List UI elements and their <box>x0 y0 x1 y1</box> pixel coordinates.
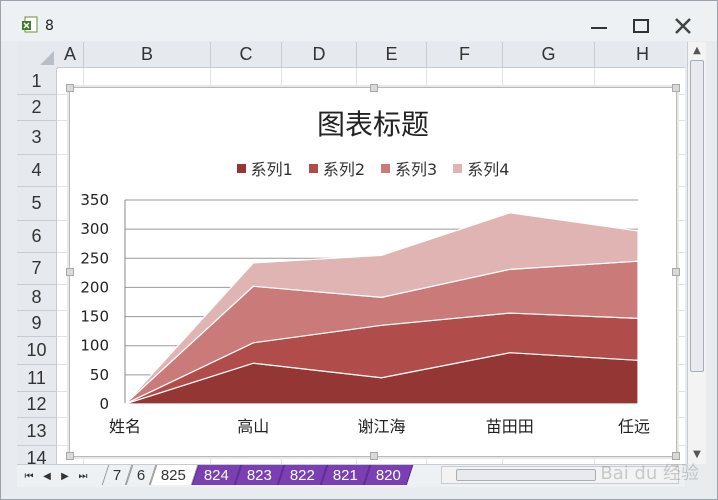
legend-label: 系列2 <box>322 160 365 179</box>
legend-swatch <box>308 163 318 173</box>
close-button[interactable] <box>668 15 698 37</box>
prev-sheet-icon[interactable]: ◀ <box>39 468 55 484</box>
title-bar: 8 <box>1 1 717 41</box>
maximize-icon <box>633 19 649 33</box>
excel-icon <box>22 16 38 33</box>
column-header-c[interactable]: C <box>211 42 282 68</box>
first-sheet-icon[interactable]: ⏮ <box>21 468 37 484</box>
y-tick-label: 0 <box>99 395 109 413</box>
sheet-tab[interactable]: 822 <box>277 465 328 485</box>
column-header-a[interactable]: A <box>57 42 84 68</box>
row-header-3[interactable]: 3 <box>17 121 57 155</box>
column-header-f[interactable]: F <box>427 42 503 68</box>
minimize-button[interactable] <box>584 15 614 37</box>
y-tick-label: 100 <box>80 337 109 355</box>
x-tick-label: 苗田田 <box>486 417 534 436</box>
sheet-tab[interactable]: 824 <box>191 465 242 485</box>
vertical-scrollbar[interactable]: ▲ ▼ <box>687 42 706 464</box>
row-header-5[interactable]: 5 <box>17 187 57 221</box>
row-header-8[interactable]: 8 <box>17 285 57 311</box>
row-header-13[interactable]: 13 <box>17 418 57 446</box>
sheet-tab[interactable]: 820 <box>363 465 414 485</box>
x-tick-label: 姓名 <box>109 417 141 436</box>
legend-item[interactable]: 系列3 <box>381 156 437 180</box>
horizontal-scroll-thumb[interactable] <box>456 469 596 481</box>
y-tick-label: 50 <box>90 366 109 384</box>
column-header-e[interactable]: E <box>357 42 427 68</box>
column-header-d[interactable]: D <box>282 42 357 68</box>
column-header-h[interactable]: H <box>595 42 685 68</box>
chart-title[interactable]: 图表标题 <box>70 103 676 143</box>
legend-label: 系列4 <box>467 160 510 179</box>
column-header-b[interactable]: B <box>84 42 211 68</box>
row-header-12[interactable]: 12 <box>17 392 57 418</box>
row-header-4[interactable]: 4 <box>17 155 57 187</box>
sheet-tab-active[interactable]: 825 <box>149 465 199 485</box>
window-title: 8 <box>45 18 54 34</box>
legend-item[interactable]: 系列1 <box>236 156 293 180</box>
column-header-g[interactable]: G <box>503 42 595 68</box>
maximize-button[interactable] <box>626 15 656 37</box>
chart-plot: 0 50 100 150 200 250 300 350 姓名 高山 谢江海 苗田田 任远 <box>80 191 650 436</box>
row-header-2[interactable]: 2 <box>17 95 57 121</box>
x-tick-label: 任远 <box>618 417 650 436</box>
sheet-tab[interactable]: 821 <box>320 465 371 485</box>
resize-handle[interactable] <box>672 268 680 276</box>
resize-handle[interactable] <box>66 84 74 92</box>
legend-label: 系列1 <box>250 160 293 179</box>
close-icon <box>675 18 691 34</box>
vertical-scroll-thumb[interactable] <box>690 60 704 372</box>
sheet-tab[interactable]: 823 <box>234 465 285 485</box>
row-header-14[interactable]: 14 <box>17 446 57 464</box>
resize-handle[interactable] <box>672 84 680 92</box>
excel-window: 8 ABCDEFGH 1 2 3 4 5 6 7 8 9 10 11 12 13 14 0 50 100 150… <box>0 0 718 500</box>
chart-legend[interactable]: 系列1 系列2 系列3 系列4 <box>70 156 676 180</box>
y-tick-label: 150 <box>80 308 109 326</box>
row-header-10[interactable]: 10 <box>17 337 57 365</box>
resize-handle[interactable] <box>66 452 74 460</box>
y-tick-label: 300 <box>80 220 109 238</box>
row-header-11[interactable]: 11 <box>17 365 57 392</box>
minimize-icon <box>591 27 607 29</box>
row-header-9[interactable]: 9 <box>17 311 57 337</box>
legend-swatch <box>381 163 390 173</box>
legend-label: 系列3 <box>395 160 438 179</box>
resize-handle[interactable] <box>370 452 378 460</box>
chart-area[interactable]: 0 50 100 150 200 250 300 350 姓名 高山 谢江海 苗田田 任远 图表标题 系… <box>66 84 680 460</box>
last-sheet-icon[interactable]: ⏭ <box>75 468 91 484</box>
next-sheet-icon[interactable]: ▶ <box>57 468 73 484</box>
legend-item[interactable]: 系列2 <box>308 156 365 180</box>
y-tick-label: 250 <box>80 249 109 267</box>
scroll-up-icon[interactable]: ▲ <box>688 42 706 58</box>
y-tick-label: 350 <box>80 191 109 209</box>
row-header-6[interactable]: 6 <box>17 221 57 253</box>
x-tick-label: 高山 <box>237 417 269 436</box>
legend-swatch <box>236 163 246 173</box>
y-tick-label: 200 <box>80 278 109 296</box>
select-all-corner[interactable] <box>17 42 58 69</box>
resize-handle[interactable] <box>66 268 74 276</box>
legend-swatch <box>453 163 463 173</box>
row-header-1[interactable]: 1 <box>17 68 57 95</box>
resize-handle[interactable] <box>370 84 378 92</box>
x-tick-label: 谢江海 <box>357 417 405 436</box>
row-header-7[interactable]: 7 <box>17 253 57 285</box>
worksheet[interactable]: ABCDEFGH 1 2 3 4 5 6 7 8 9 10 11 12 13 14 0 50 100 150 20… <box>17 42 685 464</box>
legend-item[interactable]: 系列4 <box>453 156 509 180</box>
watermark: Bai du 经验 <box>600 463 699 484</box>
